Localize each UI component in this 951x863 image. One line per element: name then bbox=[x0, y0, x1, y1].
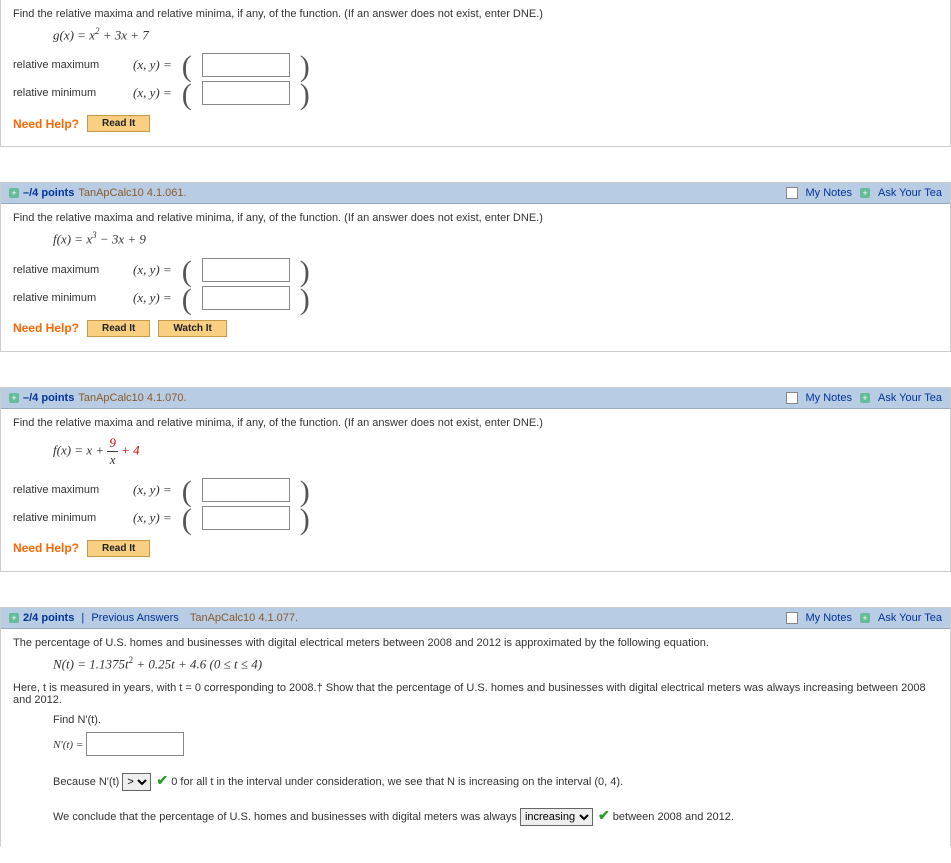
relmax-label: relative maximum bbox=[13, 59, 123, 71]
relmax-label: relative maximum bbox=[13, 484, 123, 496]
expand-icon[interactable]: + bbox=[9, 613, 19, 623]
need-help-row: Need Help? Read It bbox=[13, 540, 938, 557]
relmax-label: relative maximum bbox=[13, 264, 123, 276]
q4-equation: N(t) = 1.1375t2 + 0.25t + 4.6 (0 ≤ t ≤ 4… bbox=[53, 655, 938, 672]
relmin-label: relative minimum bbox=[13, 292, 123, 304]
question-3: + –/4 points TanApCalc10 4.1.070. My Not… bbox=[0, 387, 951, 572]
q2-relmin-row: relative minimum (x, y) = ( ) bbox=[13, 286, 938, 310]
question-1: Find the relative maxima and relative mi… bbox=[0, 0, 951, 147]
ask-link[interactable]: Ask Your Tea bbox=[878, 392, 942, 404]
q3-header: + –/4 points TanApCalc10 4.1.070. My Not… bbox=[1, 388, 950, 409]
read-it-button[interactable]: Read It bbox=[87, 320, 150, 337]
need-help-label: Need Help? bbox=[13, 117, 79, 131]
xy-equals: (x, y) = bbox=[133, 482, 172, 498]
question-2-body: Find the relative maxima and relative mi… bbox=[1, 204, 950, 350]
q1-relmax-row: relative maximum (x, y) = ( ) bbox=[13, 53, 938, 77]
need-help-label: Need Help? bbox=[13, 321, 79, 335]
notes-icon[interactable] bbox=[786, 392, 798, 404]
previous-answers-link[interactable]: Previous Answers bbox=[91, 612, 178, 624]
relmin-label: relative minimum bbox=[13, 87, 123, 99]
q2-relmax-input[interactable] bbox=[202, 258, 290, 282]
q1-relmax-input[interactable] bbox=[202, 53, 290, 77]
q3-ref: TanApCalc10 4.1.070. bbox=[78, 392, 186, 404]
ask-link[interactable]: Ask Your Tea bbox=[878, 187, 942, 199]
question-4: + 2/4 points | Previous Answers TanApCal… bbox=[0, 607, 951, 846]
check-icon: ✔ bbox=[598, 807, 610, 823]
notes-icon[interactable] bbox=[786, 187, 798, 199]
ask-icon[interactable]: + bbox=[860, 613, 870, 623]
my-notes-link[interactable]: My Notes bbox=[806, 392, 852, 404]
q2-ref: TanApCalc10 4.1.061. bbox=[78, 187, 186, 199]
q4-find-line: Find N'(t). bbox=[53, 714, 938, 726]
q4-p1: The percentage of U.S. homes and busines… bbox=[13, 637, 938, 649]
q2-equation: f(x) = x3 − 3x + 9 bbox=[53, 230, 938, 247]
read-it-button[interactable]: Read It bbox=[87, 540, 150, 557]
need-help-row: Need Help? Read It bbox=[13, 115, 938, 132]
xy-equals: (x, y) = bbox=[133, 57, 172, 73]
q3-relmin-row: relative minimum (x, y) = ( ) bbox=[13, 506, 938, 530]
ask-icon[interactable]: + bbox=[860, 393, 870, 403]
q4-points: 2/4 points bbox=[23, 612, 74, 624]
q2-header: + –/4 points TanApCalc10 4.1.061. My Not… bbox=[1, 183, 950, 204]
q2-relmax-row: relative maximum (x, y) = ( ) bbox=[13, 258, 938, 282]
fraction: 9 x bbox=[107, 435, 118, 468]
q3-relmin-input[interactable] bbox=[202, 506, 290, 530]
ask-icon[interactable]: + bbox=[860, 188, 870, 198]
need-help-label: Need Help? bbox=[13, 541, 79, 555]
expand-icon[interactable]: + bbox=[9, 393, 19, 403]
xy-equals: (x, y) = bbox=[133, 85, 172, 101]
q2-prompt: Find the relative maxima and relative mi… bbox=[13, 212, 938, 224]
question-2: + –/4 points TanApCalc10 4.1.061. My Not… bbox=[0, 182, 951, 351]
q1-prompt: Find the relative maxima and relative mi… bbox=[13, 8, 938, 20]
xy-equals: (x, y) = bbox=[133, 510, 172, 526]
q1-relmin-row: relative minimum (x, y) = ( ) bbox=[13, 81, 938, 105]
q4-ref: TanApCalc10 4.1.077. bbox=[190, 612, 298, 624]
q3-points: –/4 points bbox=[23, 392, 74, 404]
relmin-label: relative minimum bbox=[13, 512, 123, 524]
read-it-button[interactable]: Read It bbox=[87, 115, 150, 132]
q4-nprime-row: N'(t) = bbox=[53, 732, 938, 756]
q3-relmax-row: relative maximum (x, y) = ( ) bbox=[13, 478, 938, 502]
nprime-lhs: N'(t) = bbox=[53, 739, 86, 751]
q3-relmax-input[interactable] bbox=[202, 478, 290, 502]
q3-equation: f(x) = x + 9 x + 4 bbox=[53, 435, 938, 468]
notes-icon[interactable] bbox=[786, 612, 798, 624]
my-notes-link[interactable]: My Notes bbox=[806, 187, 852, 199]
q2-points: –/4 points bbox=[23, 187, 74, 199]
watch-it-button[interactable]: Watch It bbox=[158, 320, 227, 337]
question-3-body: Find the relative maxima and relative mi… bbox=[1, 409, 950, 571]
q4-because-line: Because N'(t) > ✔ 0 for all t in the int… bbox=[53, 772, 938, 791]
check-icon: ✔ bbox=[156, 772, 168, 788]
question-1-body: Find the relative maxima and relative mi… bbox=[1, 0, 950, 146]
xy-equals: (x, y) = bbox=[133, 290, 172, 306]
q4-increasing-select[interactable]: increasing bbox=[520, 808, 593, 826]
my-notes-link[interactable]: My Notes bbox=[806, 612, 852, 624]
question-4-body: The percentage of U.S. homes and busines… bbox=[1, 629, 950, 846]
q2-relmin-input[interactable] bbox=[202, 286, 290, 310]
q1-equation: g(x) = x2 + 3x + 7 bbox=[53, 26, 938, 43]
q4-nprime-input[interactable] bbox=[86, 732, 184, 756]
ask-link[interactable]: Ask Your Tea bbox=[878, 612, 942, 624]
q1-relmin-input[interactable] bbox=[202, 81, 290, 105]
q4-conclude-line: We conclude that the percentage of U.S. … bbox=[53, 807, 938, 826]
xy-equals: (x, y) = bbox=[133, 262, 172, 278]
q4-p2: Here, t is measured in years, with t = 0… bbox=[13, 682, 938, 706]
expand-icon[interactable]: + bbox=[9, 188, 19, 198]
q4-header: + 2/4 points | Previous Answers TanApCal… bbox=[1, 608, 950, 629]
q4-compare-select[interactable]: > bbox=[122, 773, 151, 791]
need-help-row: Need Help? Read It Watch It bbox=[13, 320, 938, 337]
q3-prompt: Find the relative maxima and relative mi… bbox=[13, 417, 938, 429]
